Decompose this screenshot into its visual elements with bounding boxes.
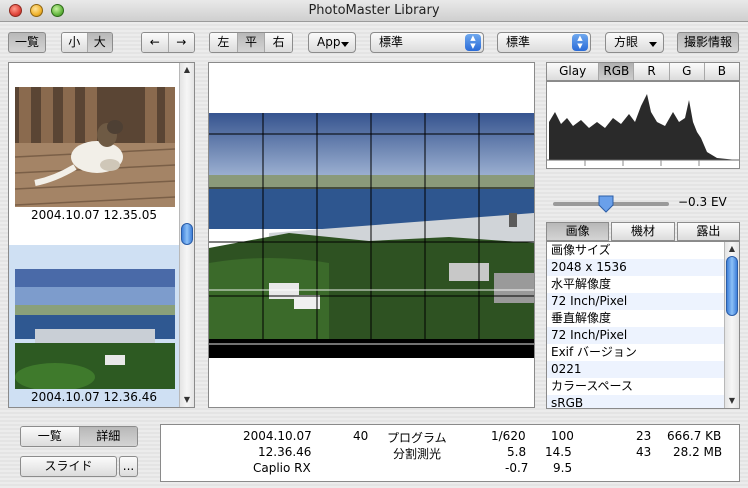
info-row: 72 Inch/Pixel bbox=[547, 293, 739, 310]
exposure-slider-thumb[interactable] bbox=[598, 195, 614, 213]
detail-mode-button[interactable]: 詳細 bbox=[79, 427, 137, 446]
detail-ev: -0.7 bbox=[505, 461, 529, 475]
tab-glay[interactable]: Glay bbox=[547, 63, 600, 80]
list-view-button[interactable]: 一覧 bbox=[8, 32, 46, 53]
scroll-up-icon[interactable]: ▲ bbox=[180, 63, 194, 77]
detail-camera: Caplio RX bbox=[253, 461, 311, 475]
tab-image[interactable]: 画像 bbox=[546, 222, 610, 241]
thumbnail-caption: 2004.10.07 12.35.05 bbox=[31, 208, 157, 222]
updown-stepper-icon: ▲ ▼ bbox=[465, 34, 481, 51]
thumbnail-caption: 2004.10.07 12.36.46 bbox=[31, 390, 157, 404]
info-scrollbar[interactable]: ▲ ▼ bbox=[724, 242, 739, 408]
detail-c1: 23 bbox=[636, 429, 652, 443]
app-popup-label: App bbox=[317, 35, 341, 49]
rendering-popup-1[interactable]: 標準 ▲ ▼ bbox=[370, 32, 484, 53]
detail-c2: 43 bbox=[636, 445, 652, 459]
window-title: PhotoMaster Library bbox=[308, 3, 440, 18]
slideshow-button[interactable]: スライド bbox=[20, 456, 117, 477]
chevron-down-icon bbox=[649, 42, 657, 47]
size-large-button[interactable]: 大 bbox=[87, 33, 112, 52]
grid-popup-label: 方眼 bbox=[614, 35, 639, 49]
info-tabs: 画像 機材 露出 bbox=[546, 222, 740, 241]
info-row: sRGB bbox=[547, 395, 739, 408]
detail-time: 12.36.46 bbox=[258, 445, 312, 459]
thumbnail-item[interactable]: 2004.10.07 12.35.05 bbox=[9, 63, 179, 227]
rendering-popup-1-value: 標準 bbox=[379, 35, 404, 49]
scroll-down-icon[interactable]: ▼ bbox=[180, 393, 194, 407]
detail-size1: 666.7 KB bbox=[667, 429, 722, 443]
scrollbar-thumb[interactable] bbox=[726, 256, 738, 316]
image-info-list: 画像サイズ 2048 x 1536 水平解像度 72 Inch/Pixel 垂直… bbox=[546, 241, 740, 409]
detail-metering: 分割測光 bbox=[393, 447, 442, 461]
scrollbar-thumb[interactable] bbox=[181, 223, 193, 245]
title-bar: PhotoMaster Library bbox=[0, 0, 748, 22]
detail-mode: プログラム bbox=[387, 431, 447, 445]
info-row: 垂直解像度 bbox=[551, 311, 612, 325]
thumbnail-scrollbar[interactable]: ▲ ▼ bbox=[179, 63, 194, 407]
app-popup[interactable]: App bbox=[308, 32, 356, 53]
info-row: カラースペース bbox=[551, 379, 633, 393]
thumbnail-size-segment: 小 大 bbox=[61, 32, 113, 53]
app-window: PhotoMaster Library 一覧 小 大 ← → 左 平 右 App… bbox=[0, 0, 748, 488]
tab-g[interactable]: G bbox=[669, 63, 705, 80]
updown-stepper-icon: ▲ ▼ bbox=[572, 34, 588, 51]
align-right-button[interactable]: 右 bbox=[265, 33, 292, 52]
details-panel: 2004.10.07 12.36.46 Caplio RX 40 プログラム 分… bbox=[160, 424, 740, 482]
align-center-button[interactable]: 平 bbox=[237, 33, 266, 52]
detail-focal: 14.5 bbox=[545, 445, 572, 459]
main-photo[interactable] bbox=[209, 113, 534, 358]
grid-popup[interactable]: 方眼 bbox=[605, 32, 664, 53]
list-mode-button[interactable]: 一覧 bbox=[21, 427, 80, 446]
scroll-up-icon[interactable]: ▲ bbox=[725, 242, 739, 256]
tab-b[interactable]: B bbox=[704, 63, 740, 80]
detail-date: 2004.10.07 bbox=[243, 429, 312, 443]
thumbnail-item-selected[interactable]: 2004.10.07 12.36.46 bbox=[9, 245, 179, 407]
detail-f9: 9.5 bbox=[553, 461, 573, 475]
more-options-button[interactable]: ... bbox=[119, 456, 138, 477]
cat-photo-thumbnail bbox=[15, 87, 175, 207]
info-row: 2048 x 1536 bbox=[547, 259, 739, 276]
info-row: 水平解像度 bbox=[551, 277, 612, 291]
info-row: 0221 bbox=[547, 361, 739, 378]
histogram-channel-tabs: Glay RGB R G B bbox=[546, 62, 740, 81]
rendering-popup-2-value: 標準 bbox=[506, 35, 531, 49]
info-row: Exif バージョン bbox=[551, 345, 637, 359]
tab-r[interactable]: R bbox=[634, 63, 670, 80]
rendering-popup-2[interactable]: 標準 ▲ ▼ bbox=[497, 32, 591, 53]
align-left-button[interactable]: 左 bbox=[210, 33, 238, 52]
shooting-info-button[interactable]: 撮影情報 bbox=[677, 32, 739, 53]
info-row: 画像サイズ bbox=[551, 243, 611, 257]
harbor-photo-thumbnail bbox=[15, 269, 175, 389]
detail-shutter: 1/620 bbox=[491, 429, 526, 443]
tab-equipment[interactable]: 機材 bbox=[611, 222, 675, 241]
exposure-value: −0.3 EV bbox=[678, 195, 727, 209]
scroll-down-icon[interactable]: ▼ bbox=[725, 394, 739, 408]
detail-aperture: 5.8 bbox=[507, 445, 527, 459]
info-row: 72 Inch/Pixel bbox=[547, 327, 739, 344]
detail-iso: 100 bbox=[551, 429, 574, 443]
back-arrow-button[interactable]: ← bbox=[142, 33, 169, 52]
chevron-down-icon bbox=[341, 42, 349, 47]
forward-arrow-button[interactable]: → bbox=[168, 33, 194, 52]
thumbnail-list: 2004.10.07 12.35.05 2004.10.07 12.36.46 … bbox=[8, 62, 195, 408]
tab-exposure[interactable]: 露出 bbox=[676, 222, 740, 241]
view-mode-segment: 一覧 詳細 bbox=[20, 426, 138, 447]
tab-rgb[interactable]: RGB bbox=[599, 63, 635, 80]
navigation-segment: ← → bbox=[141, 32, 195, 53]
size-small-button[interactable]: 小 bbox=[62, 33, 88, 52]
detail-num1: 40 bbox=[353, 429, 369, 443]
image-viewer bbox=[208, 62, 535, 408]
histogram bbox=[546, 81, 740, 169]
detail-size2: 28.2 MB bbox=[673, 445, 723, 459]
alignment-segment: 左 平 右 bbox=[209, 32, 293, 53]
